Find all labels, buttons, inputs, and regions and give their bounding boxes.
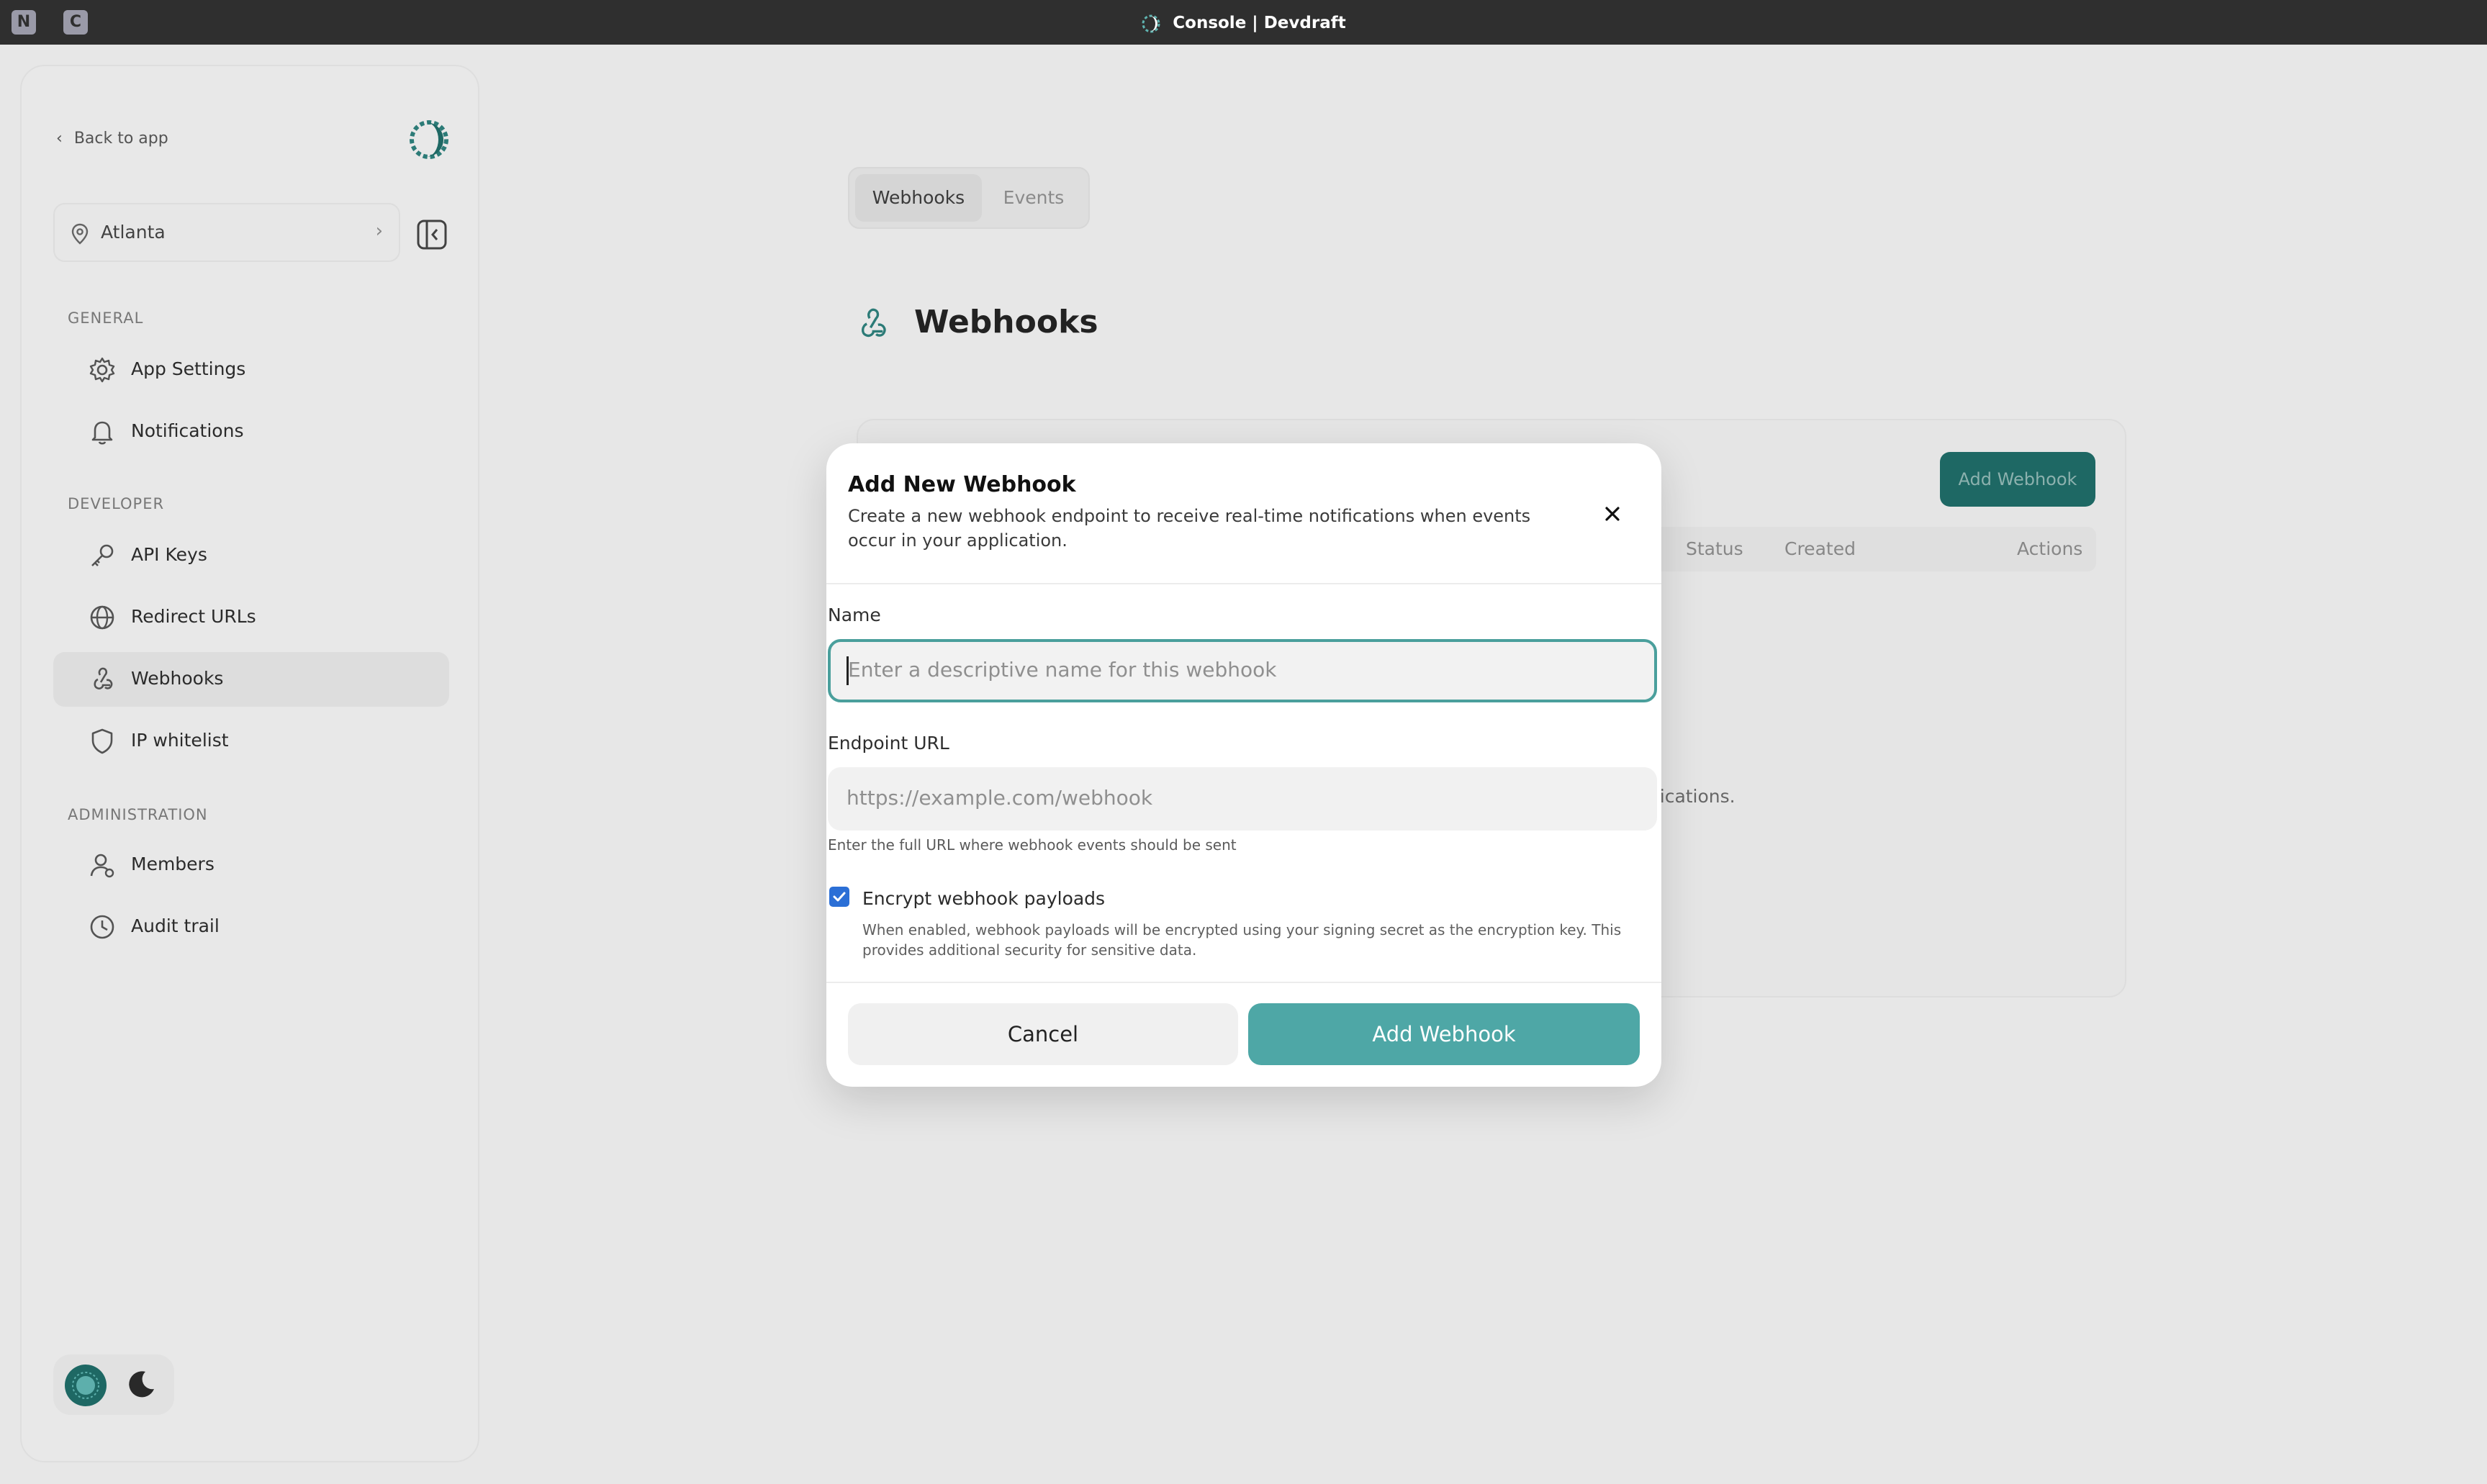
submit-add-webhook-button[interactable]: Add Webhook (1248, 1003, 1640, 1065)
encrypt-label[interactable]: Encrypt webhook payloads (862, 888, 1105, 909)
dialog-description: Create a new webhook endpoint to receive… (848, 506, 1531, 551)
cancel-button[interactable]: Cancel (848, 1003, 1238, 1065)
endpoint-url-label: Endpoint URL (828, 733, 949, 754)
endpoint-url-placeholder: https://example.com/webhook (847, 786, 1153, 810)
name-placeholder: Enter a descriptive name for this webhoo… (848, 658, 1277, 682)
close-button[interactable] (1598, 499, 1627, 528)
encrypt-description: When enabled, webhook payloads will be e… (862, 921, 1622, 959)
endpoint-url-hint: Enter the full URL where webhook events … (828, 836, 1237, 854)
checkmark-icon (833, 892, 846, 902)
window-title: Console | Devdraft (0, 0, 2487, 45)
text-caret (847, 656, 849, 685)
close-icon (1605, 507, 1620, 521)
encrypt-checkbox[interactable] (829, 887, 849, 907)
name-label: Name (828, 605, 881, 625)
divider (826, 583, 1661, 584)
endpoint-url-input[interactable]: https://example.com/webhook (828, 767, 1657, 831)
dialog-title: Add New Webhook (848, 472, 1076, 497)
window-title-text: Console | Devdraft (1173, 14, 1346, 32)
add-webhook-dialog: Add New Webhook Create a new webhook end… (826, 443, 1661, 1087)
window-titlebar: N C Console | Devdraft (0, 0, 2487, 45)
divider (826, 982, 1661, 983)
devdraft-logo-icon (1142, 14, 1160, 32)
name-input[interactable]: Enter a descriptive name for this webhoo… (828, 639, 1657, 702)
